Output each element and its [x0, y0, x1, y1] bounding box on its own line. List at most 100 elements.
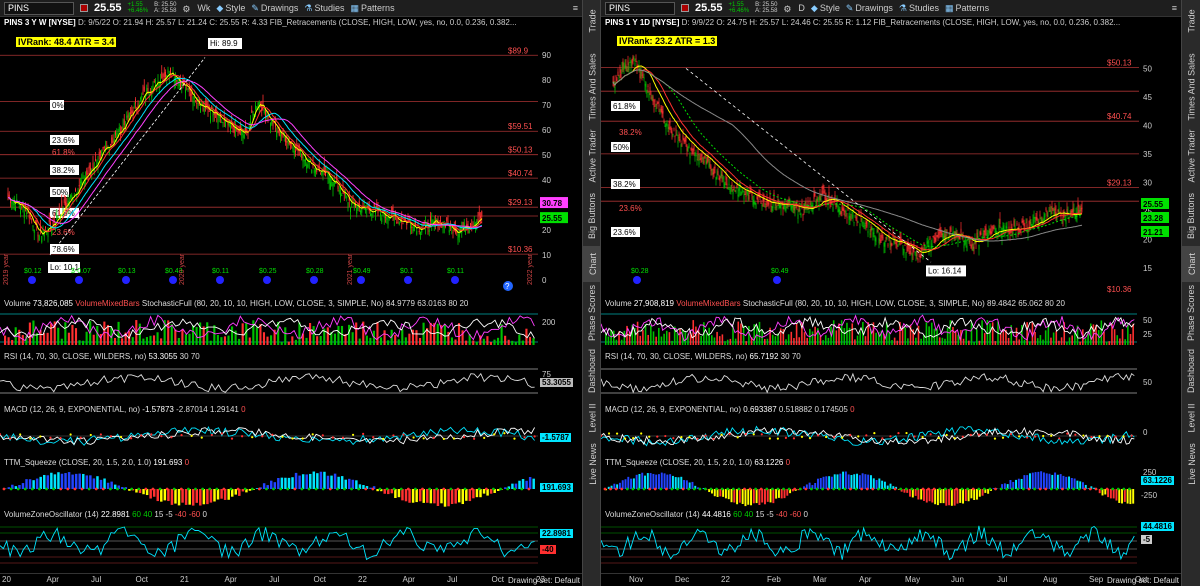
side-tab-big-buttons[interactable]: Big Buttons — [1182, 186, 1200, 246]
right-settings-button[interactable]: ⚙ — [783, 4, 792, 14]
candle-body — [362, 202, 364, 205]
right-drawings-button[interactable]: ✎ Drawings — [846, 3, 893, 14]
candle-body — [935, 237, 937, 241]
left-settings-button[interactable]: ⚙ — [182, 4, 191, 14]
candle-body — [20, 207, 21, 214]
macd-dot — [422, 437, 425, 440]
candle-body — [824, 196, 826, 201]
ttm-bar — [301, 474, 305, 489]
squeeze-dot — [798, 487, 802, 491]
left-studies-button[interactable]: ⚗ Studies — [304, 3, 344, 14]
left-style-button[interactable]: ◆ Style — [216, 3, 245, 14]
ttm-bar — [769, 489, 772, 503]
candle-body — [653, 105, 655, 107]
side-tab-level-ii[interactable]: Level II — [583, 398, 602, 438]
squeeze-dot — [137, 487, 141, 491]
volume-bar — [827, 337, 830, 345]
volume-bar — [418, 337, 422, 345]
side-tab-active-trader[interactable]: Active Trader — [1182, 126, 1200, 186]
side-tab-trade[interactable]: Trade — [583, 0, 602, 42]
ttm-bar — [489, 489, 493, 494]
side-tab-level-ii[interactable]: Level II — [1182, 398, 1200, 438]
right-patterns-button[interactable]: ▦ Patterns — [945, 3, 989, 14]
squeeze-dot — [484, 487, 488, 491]
candle-body — [869, 233, 871, 235]
side-tab-dashboard[interactable]: Dashboard — [1182, 344, 1200, 398]
candle-body — [321, 171, 323, 175]
candle-body — [1023, 222, 1025, 226]
ttm-bar — [1029, 473, 1031, 489]
candle-body — [676, 134, 678, 136]
right-price-chart[interactable]: 5045403530252015$50.13$40.74$29.13$10.36… — [601, 30, 1181, 293]
side-tab-dashboard[interactable]: Dashboard — [583, 344, 602, 398]
macd-dot — [913, 435, 916, 438]
left-drawings-button[interactable]: ✎ Drawings — [251, 3, 298, 14]
side-tab-times-and-sales[interactable]: Times And Sales — [1182, 48, 1200, 126]
candle-body — [1052, 208, 1054, 210]
side-tab-label: Times And Sales — [1186, 53, 1197, 121]
ttm-bar — [333, 473, 337, 489]
candle-body — [38, 235, 40, 241]
candle-body — [75, 188, 76, 192]
side-tab-live-news[interactable]: Live News — [583, 438, 602, 490]
squeeze-dot — [66, 487, 70, 491]
ttm-bar — [323, 471, 326, 489]
candle-body — [1077, 202, 1079, 207]
volume-bar — [227, 335, 230, 345]
candle-body — [868, 222, 870, 225]
candle-body — [887, 244, 889, 246]
candle-body — [691, 148, 693, 154]
ttm-bar — [21, 483, 25, 489]
candle-body — [649, 86, 651, 92]
left-timeframe-button[interactable]: Wk — [197, 3, 210, 13]
candle-body — [704, 157, 706, 159]
right-menu-button[interactable]: ≡ — [1172, 3, 1177, 13]
ttm-bar — [632, 478, 635, 489]
side-tab-chart[interactable]: Chart — [583, 246, 602, 282]
side-tab-times-and-sales[interactable]: Times And Sales — [583, 48, 602, 126]
candle-body — [931, 243, 933, 248]
left-symbol-link-icon[interactable] — [80, 4, 88, 12]
candle-body — [933, 236, 935, 239]
right-symbol-input[interactable] — [605, 1, 675, 15]
side-tab-label: Phase Scores — [587, 284, 598, 342]
side-tab-phase-scores[interactable]: Phase Scores — [583, 282, 602, 344]
left-patterns-button[interactable]: ▦ Patterns — [351, 3, 395, 14]
volume-bar — [729, 338, 732, 345]
side-tab-live-news[interactable]: Live News — [1182, 438, 1200, 490]
ttm-bar — [853, 474, 856, 489]
squeeze-dot — [916, 487, 919, 491]
left-price-chart[interactable]: 9080706050403020100$89.9$59.51$50.13$40.… — [0, 30, 582, 293]
candle-body — [793, 206, 795, 211]
ttm-bar — [658, 474, 660, 489]
volume-bar — [4, 335, 7, 345]
right-symbol-link-icon[interactable] — [681, 4, 689, 12]
macd-dot — [331, 436, 334, 439]
right-studies-button[interactable]: ⚗ Studies — [899, 3, 939, 14]
right-timeframe-button[interactable]: D — [798, 3, 805, 13]
side-tab-phase-scores[interactable]: Phase Scores — [1182, 282, 1200, 344]
side-tab-big-buttons[interactable]: Big Buttons — [583, 186, 602, 246]
candle-body — [685, 137, 687, 142]
squeeze-dot — [821, 487, 824, 491]
volume-bar — [864, 336, 867, 345]
candle-body — [950, 227, 952, 232]
volume-bar — [1036, 338, 1039, 345]
left-symbol-input[interactable] — [4, 1, 74, 15]
candle-body — [828, 191, 830, 197]
right-info-fib: FIB_Retracements (CLOSE, HIGH, LOW, yes,… — [873, 18, 1121, 27]
side-tab-trade[interactable]: Trade — [1182, 0, 1200, 42]
volume-bar — [745, 341, 748, 345]
right-style-button[interactable]: ◆ Style — [811, 3, 840, 14]
macd-dot — [1009, 432, 1013, 436]
volume-bar — [920, 338, 922, 345]
left-menu-button[interactable]: ≡ — [573, 3, 578, 13]
macd-dot — [961, 435, 964, 438]
ttm-bar — [330, 475, 333, 489]
side-tab-chart[interactable]: Chart — [1182, 246, 1200, 282]
candle-body — [708, 161, 710, 167]
candle-body — [127, 114, 129, 120]
candle-body — [203, 108, 205, 112]
side-tab-active-trader[interactable]: Active Trader — [583, 126, 602, 186]
squeeze-dot — [272, 487, 275, 491]
